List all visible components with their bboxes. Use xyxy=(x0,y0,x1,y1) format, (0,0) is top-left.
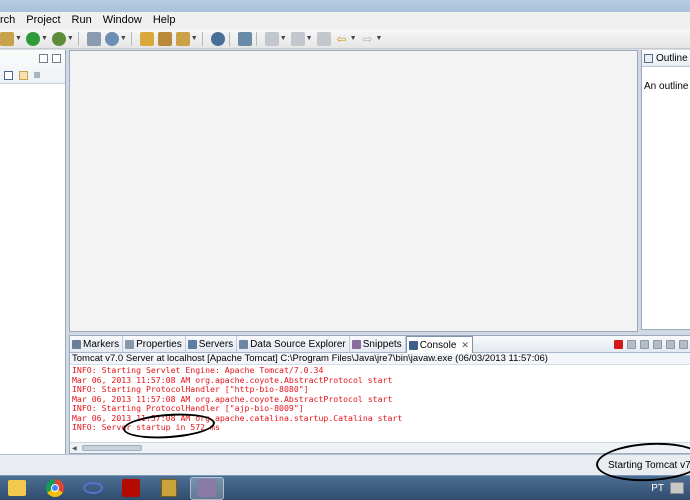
database-icon xyxy=(239,339,249,349)
window-title-bar xyxy=(0,0,690,12)
outline-tab-label: Outline xyxy=(656,53,688,64)
chevron-down-icon[interactable]: ▼ xyxy=(306,35,313,42)
status-progress-text[interactable]: Starting Tomcat v7.0 Ser xyxy=(608,460,690,471)
tab-label: Snippets xyxy=(362,338,402,350)
acrobat-icon[interactable] xyxy=(114,477,148,500)
tab-console[interactable]: Console ✕ xyxy=(405,336,473,353)
forward-icon[interactable]: ⇨ xyxy=(361,32,375,46)
pin-console-icon[interactable] xyxy=(666,339,675,349)
open-type-icon[interactable] xyxy=(157,31,172,46)
properties-icon xyxy=(125,339,135,349)
console-icon xyxy=(408,340,418,350)
run-icon[interactable] xyxy=(25,31,40,46)
toolbar-separator xyxy=(130,31,132,46)
tomcat-icon[interactable] xyxy=(190,476,224,500)
toolbar-separator xyxy=(228,31,230,46)
last-edit-icon[interactable] xyxy=(316,31,331,46)
outline-panel: Outline An outline is n xyxy=(641,50,690,330)
tab-label: Markers xyxy=(83,338,120,350)
console-horizontal-scrollbar[interactable]: ◀ xyxy=(70,442,690,453)
tab-label: Properties xyxy=(136,338,182,350)
tab-snippets[interactable]: Snippets xyxy=(350,336,406,352)
chevron-down-icon[interactable]: ▼ xyxy=(15,35,22,42)
toolbar-separator xyxy=(201,31,203,46)
console-line: INFO: Server startup in 572 ms xyxy=(72,422,220,432)
scrollbar-thumb[interactable] xyxy=(82,445,142,451)
console-output[interactable]: INFO: Starting Servlet Engine: Apache To… xyxy=(70,365,690,433)
outline-icon xyxy=(644,54,653,63)
console-actions xyxy=(614,336,690,352)
chevron-down-icon[interactable]: ▼ xyxy=(120,35,127,42)
link-editor-icon[interactable] xyxy=(19,70,28,80)
chevron-down-icon[interactable]: ▼ xyxy=(280,35,287,42)
editor-area[interactable] xyxy=(69,50,638,332)
status-bar: Starting Tomcat v7.0 Ser xyxy=(0,454,690,475)
chevron-down-icon[interactable]: ▼ xyxy=(67,35,74,42)
package-explorer-panel xyxy=(0,50,66,454)
annotation-prev-icon[interactable] xyxy=(290,31,305,46)
scroll-lock-icon[interactable] xyxy=(653,339,662,349)
new-dropdown-icon[interactable] xyxy=(0,31,14,46)
annotation-next-icon[interactable] xyxy=(264,31,279,46)
remove-launch-icon[interactable] xyxy=(627,339,636,349)
package-explorer-header xyxy=(0,50,65,84)
close-icon[interactable]: ✕ xyxy=(461,340,469,351)
language-indicator[interactable]: PT xyxy=(651,483,670,494)
menu-search[interactable]: rch xyxy=(0,12,21,29)
new-server-icon[interactable] xyxy=(86,31,101,46)
tab-markers[interactable]: Markers xyxy=(70,336,124,352)
workbench-area: Outline An outline is n Markers Properti… xyxy=(0,50,690,454)
chevron-down-icon[interactable]: ▼ xyxy=(376,35,383,42)
settings-icon[interactable] xyxy=(104,31,119,46)
scroll-left-icon[interactable]: ◀ xyxy=(72,445,77,452)
tab-outline[interactable]: Outline xyxy=(642,51,690,67)
console-tab-bar: Markers Properties Servers Data Source E… xyxy=(70,336,690,353)
terminate-icon[interactable] xyxy=(614,339,623,349)
clear-console-icon[interactable] xyxy=(640,339,649,349)
menu-run[interactable]: Run xyxy=(67,12,98,29)
menu-project[interactable]: Project xyxy=(21,12,66,29)
windows-explorer-icon[interactable] xyxy=(0,477,34,500)
snippets-icon xyxy=(351,339,361,349)
console-launch-title: Tomcat v7.0 Server at localhost [Apache … xyxy=(70,353,690,365)
tab-properties[interactable]: Properties xyxy=(123,336,186,352)
display-console-icon[interactable] xyxy=(679,339,688,349)
open-folder-icon[interactable] xyxy=(139,31,154,46)
toolbar-separator xyxy=(255,31,257,46)
collapse-all-icon[interactable] xyxy=(4,70,13,80)
tab-data-source-explorer[interactable]: Data Source Explorer xyxy=(237,336,350,352)
toolbar-separator xyxy=(77,31,79,46)
search-icon[interactable] xyxy=(237,31,252,46)
minimize-icon[interactable] xyxy=(39,53,48,63)
view-menu-icon[interactable] xyxy=(34,72,40,78)
tab-servers[interactable]: Servers xyxy=(186,336,238,352)
servers-icon xyxy=(187,339,197,349)
chevron-down-icon[interactable]: ▼ xyxy=(350,35,357,42)
debug-icon[interactable] xyxy=(51,31,66,46)
menu-bar: rch Project Run Window Help xyxy=(0,12,690,29)
windows-taskbar: PT xyxy=(0,475,690,500)
console-panel: Markers Properties Servers Data Source E… xyxy=(69,335,690,454)
menu-help[interactable]: Help xyxy=(148,12,182,29)
flag-icon[interactable] xyxy=(670,482,684,494)
outline-message: An outline is n xyxy=(644,81,690,92)
pencil-icon[interactable] xyxy=(175,31,190,46)
markers-icon xyxy=(72,339,81,349)
back-icon[interactable]: ⇦ xyxy=(335,32,349,46)
maximize-icon[interactable] xyxy=(52,53,61,63)
chrome-icon[interactable] xyxy=(38,477,72,500)
chevron-down-icon[interactable]: ▼ xyxy=(41,35,48,42)
eclipse-icon[interactable] xyxy=(76,477,110,500)
main-toolbar: ▼ ▼ ▼ ▼ ▼ ▼ ▼ ⇦ ▼ ⇨ ▼ xyxy=(0,29,690,49)
winrar-icon[interactable] xyxy=(152,477,186,500)
tab-label: Servers xyxy=(198,338,234,350)
menu-window[interactable]: Window xyxy=(98,12,148,29)
globe-icon[interactable] xyxy=(210,31,225,46)
tab-label: Console xyxy=(419,339,457,351)
chevron-down-icon[interactable]: ▼ xyxy=(191,35,198,42)
tab-label: Data Source Explorer xyxy=(250,338,346,350)
